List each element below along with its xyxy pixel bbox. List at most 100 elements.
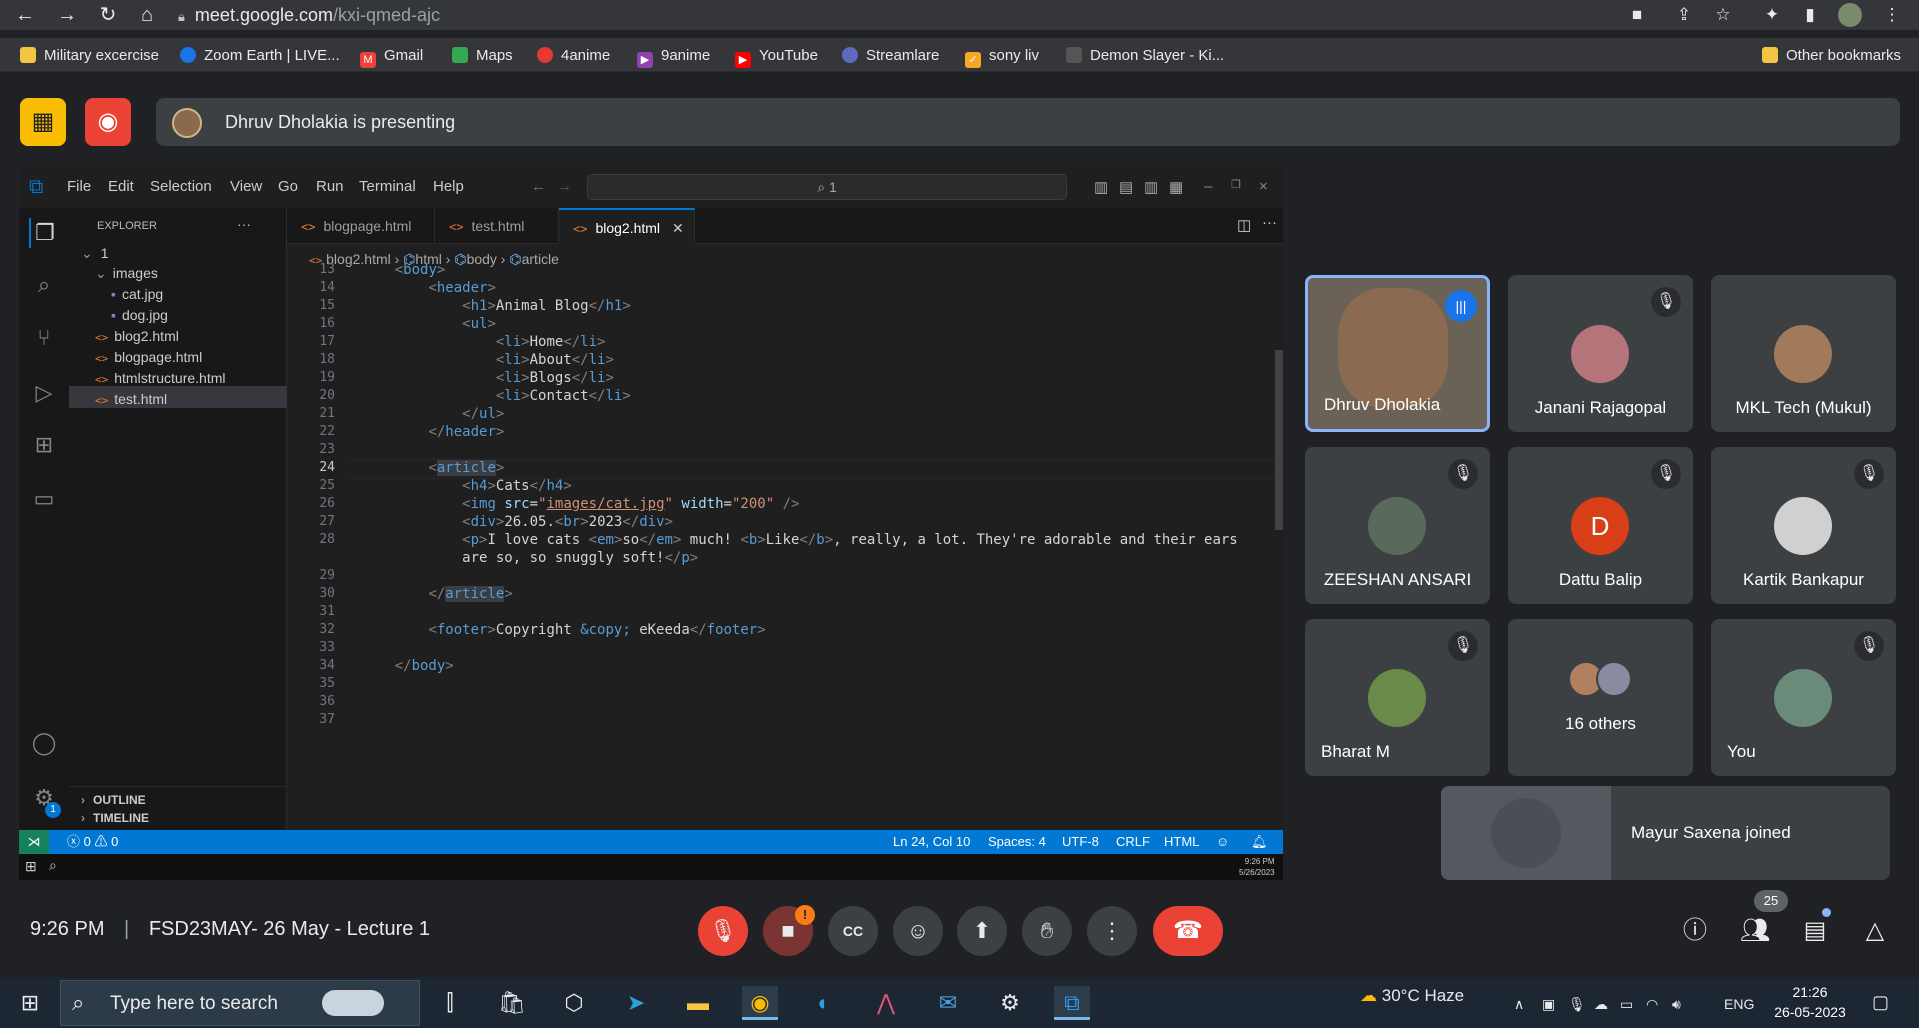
problems-indicator[interactable]: ⓧ 0 ⚠ 0 [67, 830, 118, 854]
weather-widget[interactable]: ☁︎ 30°C Haze [1360, 986, 1464, 1006]
app-icon[interactable]: ⬡ [556, 986, 592, 1020]
vscode-icon[interactable]: ⧉ [1054, 986, 1090, 1020]
vertical-scrollbar[interactable] [1275, 350, 1283, 530]
split-editor-icon[interactable]: ◫ [1237, 216, 1251, 234]
profile-avatar[interactable] [1838, 3, 1862, 27]
bookmark-item[interactable]: Military excercise [20, 45, 159, 67]
layout-secondary-icon[interactable]: ▥ [1144, 178, 1158, 196]
present-screen-button[interactable]: ⬆ [957, 906, 1007, 956]
explorer-more-icon[interactable]: ··· [237, 216, 251, 232]
tray-expand-icon[interactable]: ∧ [1514, 996, 1524, 1013]
record-icon[interactable]: ◉ [85, 98, 131, 146]
bookmark-item[interactable]: ✓ sony liv [965, 45, 1039, 68]
participant-tile[interactable]: 🎙︎ D Dattu Balip [1508, 447, 1693, 604]
menu-selection[interactable]: Selection [150, 178, 212, 195]
layout-panel-icon[interactable]: ▤ [1119, 178, 1133, 196]
battery-icon[interactable]: ▭ [1620, 996, 1633, 1013]
chat-icon[interactable]: ▤ [1798, 914, 1832, 948]
steam-icon[interactable]: ⚙ [992, 986, 1028, 1020]
participant-tile[interactable]: 🎙︎ Janani Rajagopal [1508, 275, 1693, 432]
file-item[interactable]: <> blogpage.html [95, 349, 202, 365]
tab-blogpage[interactable]: <> blogpage.html [287, 208, 435, 244]
more-actions-icon[interactable]: ··· [1262, 214, 1277, 231]
search-icon[interactable]: ⌕ [29, 270, 59, 300]
participant-tile[interactable]: ||| Dhruv Dholakia [1305, 275, 1490, 432]
bookmark-item[interactable]: Demon Slayer - Ki... [1066, 45, 1224, 67]
notifications-icon[interactable]: ▢ [1872, 992, 1889, 1013]
share-icon[interactable]: ⇪ [1672, 3, 1696, 27]
run-debug-icon[interactable]: ▷ [29, 378, 59, 408]
extensions-icon[interactable]: ✦ [1760, 3, 1784, 27]
menu-kebab-icon[interactable]: ⋮ [1880, 3, 1904, 27]
bookmark-star-icon[interactable]: ☆ [1711, 3, 1735, 27]
menu-help[interactable]: Help [433, 178, 464, 195]
captions-button[interactable]: CC [828, 906, 878, 956]
wifi-icon[interactable]: ◠ [1646, 996, 1658, 1013]
participant-tile[interactable]: 🎙︎ Bharat M [1305, 619, 1490, 776]
other-bookmarks[interactable]: Other bookmarks [1762, 45, 1901, 67]
extensions-icon[interactable]: ⊞ [29, 430, 59, 460]
raise-hand-button[interactable]: ✋︎ [1022, 906, 1072, 956]
layout-customize-icon[interactable]: ▦ [1169, 178, 1183, 196]
tray-icon[interactable]: ▣ [1542, 996, 1555, 1013]
language-mode[interactable]: HTML [1164, 830, 1199, 854]
bookmark-item[interactable]: M Gmail [360, 45, 423, 68]
task-view-icon[interactable]: ⫿ [432, 986, 468, 1020]
close-window-icon[interactable]: × [1259, 178, 1268, 195]
remote-indicator-icon[interactable]: ⋊ [19, 830, 49, 854]
notifications-bell-icon[interactable]: 🔔︎ [1251, 830, 1268, 854]
home-icon[interactable]: ⌂ [134, 3, 160, 27]
address-bar[interactable]: 🔒︎ meet.google.com/kxi-qmed-ajc [178, 0, 1618, 30]
more-options-button[interactable]: ⋮ [1087, 906, 1137, 956]
side-panel-icon[interactable]: ▮ [1798, 3, 1822, 27]
remote-explorer-icon[interactable]: ▭ [29, 484, 59, 514]
folder-root[interactable]: ⌄ 1 [81, 245, 109, 262]
bookmark-item[interactable]: ▶ 9anime [637, 45, 710, 68]
app-icon[interactable]: ⋀ [868, 986, 904, 1020]
chrome-icon[interactable]: ◉ [742, 986, 778, 1020]
meeting-title[interactable]: FSD23MAY- 26 May - Lecture 1 [149, 918, 430, 940]
menu-file[interactable]: File [67, 178, 91, 195]
nav-back-icon[interactable]: ← [531, 178, 546, 195]
tab-blog2[interactable]: <> blog2.html ✕ [559, 208, 695, 244]
command-center-search[interactable]: ⌕ 1 [587, 174, 1067, 200]
restore-icon[interactable]: ❐ [1231, 178, 1241, 191]
bookmark-item[interactable]: Maps [452, 45, 513, 67]
bookmark-item[interactable]: Zoom Earth | LIVE... [180, 45, 340, 67]
timeline-section[interactable]: › TIMELINE [81, 811, 149, 825]
microphone-icon[interactable]: 🎙︎ [1568, 996, 1586, 1013]
file-item[interactable]: <> htmlstructure.html [95, 370, 226, 386]
menu-run[interactable]: Run [316, 178, 344, 195]
edge-icon[interactable]: ◐ [806, 986, 842, 1020]
close-tab-icon[interactable]: ✕ [672, 220, 684, 236]
bookmark-item[interactable]: ▶ YouTube [735, 45, 818, 68]
nav-forward-icon[interactable]: → [557, 178, 572, 195]
file-item[interactable]: ▪ dog.jpg [111, 307, 168, 323]
file-item[interactable]: ▪ cat.jpg [111, 286, 163, 302]
menu-go[interactable]: Go [278, 178, 298, 195]
volume-icon[interactable]: 🔊︎ [1672, 996, 1681, 1013]
system-clock[interactable]: 21:26 26-05-2023 [1770, 982, 1850, 1022]
activities-icon[interactable]: △ [1858, 914, 1892, 948]
cursor-position[interactable]: Ln 24, Col 10 [893, 830, 970, 854]
store-icon[interactable]: 🛍︎ [494, 986, 530, 1020]
windows-start-icon[interactable]: ⊞ [12, 986, 48, 1020]
source-control-icon[interactable]: ⑂ [29, 323, 59, 353]
back-icon[interactable]: ← [12, 3, 38, 27]
menu-terminal[interactable]: Terminal [359, 178, 416, 195]
account-icon[interactable]: ◯ [29, 728, 59, 758]
forward-icon[interactable]: → [54, 3, 80, 27]
indentation[interactable]: Spaces: 4 [988, 830, 1046, 854]
breadcrumb-item[interactable]: body [467, 251, 497, 267]
file-item[interactable]: <> blog2.html [95, 328, 179, 344]
outline-section[interactable]: › OUTLINE [81, 793, 146, 807]
telegram-icon[interactable]: ➤ [618, 986, 654, 1020]
participant-tile-others[interactable]: 16 others [1508, 619, 1693, 776]
bookmark-item[interactable]: 4anime [537, 45, 610, 67]
explorer-icon[interactable]: ❐ [29, 218, 59, 248]
meeting-info-icon[interactable]: ⓘ [1678, 914, 1712, 948]
menu-edit[interactable]: Edit [108, 178, 134, 195]
people-icon[interactable]: 👥︎ [1738, 914, 1772, 948]
participant-tile[interactable]: MKL Tech (Mukul) [1711, 275, 1896, 432]
menu-view[interactable]: View [230, 178, 262, 195]
